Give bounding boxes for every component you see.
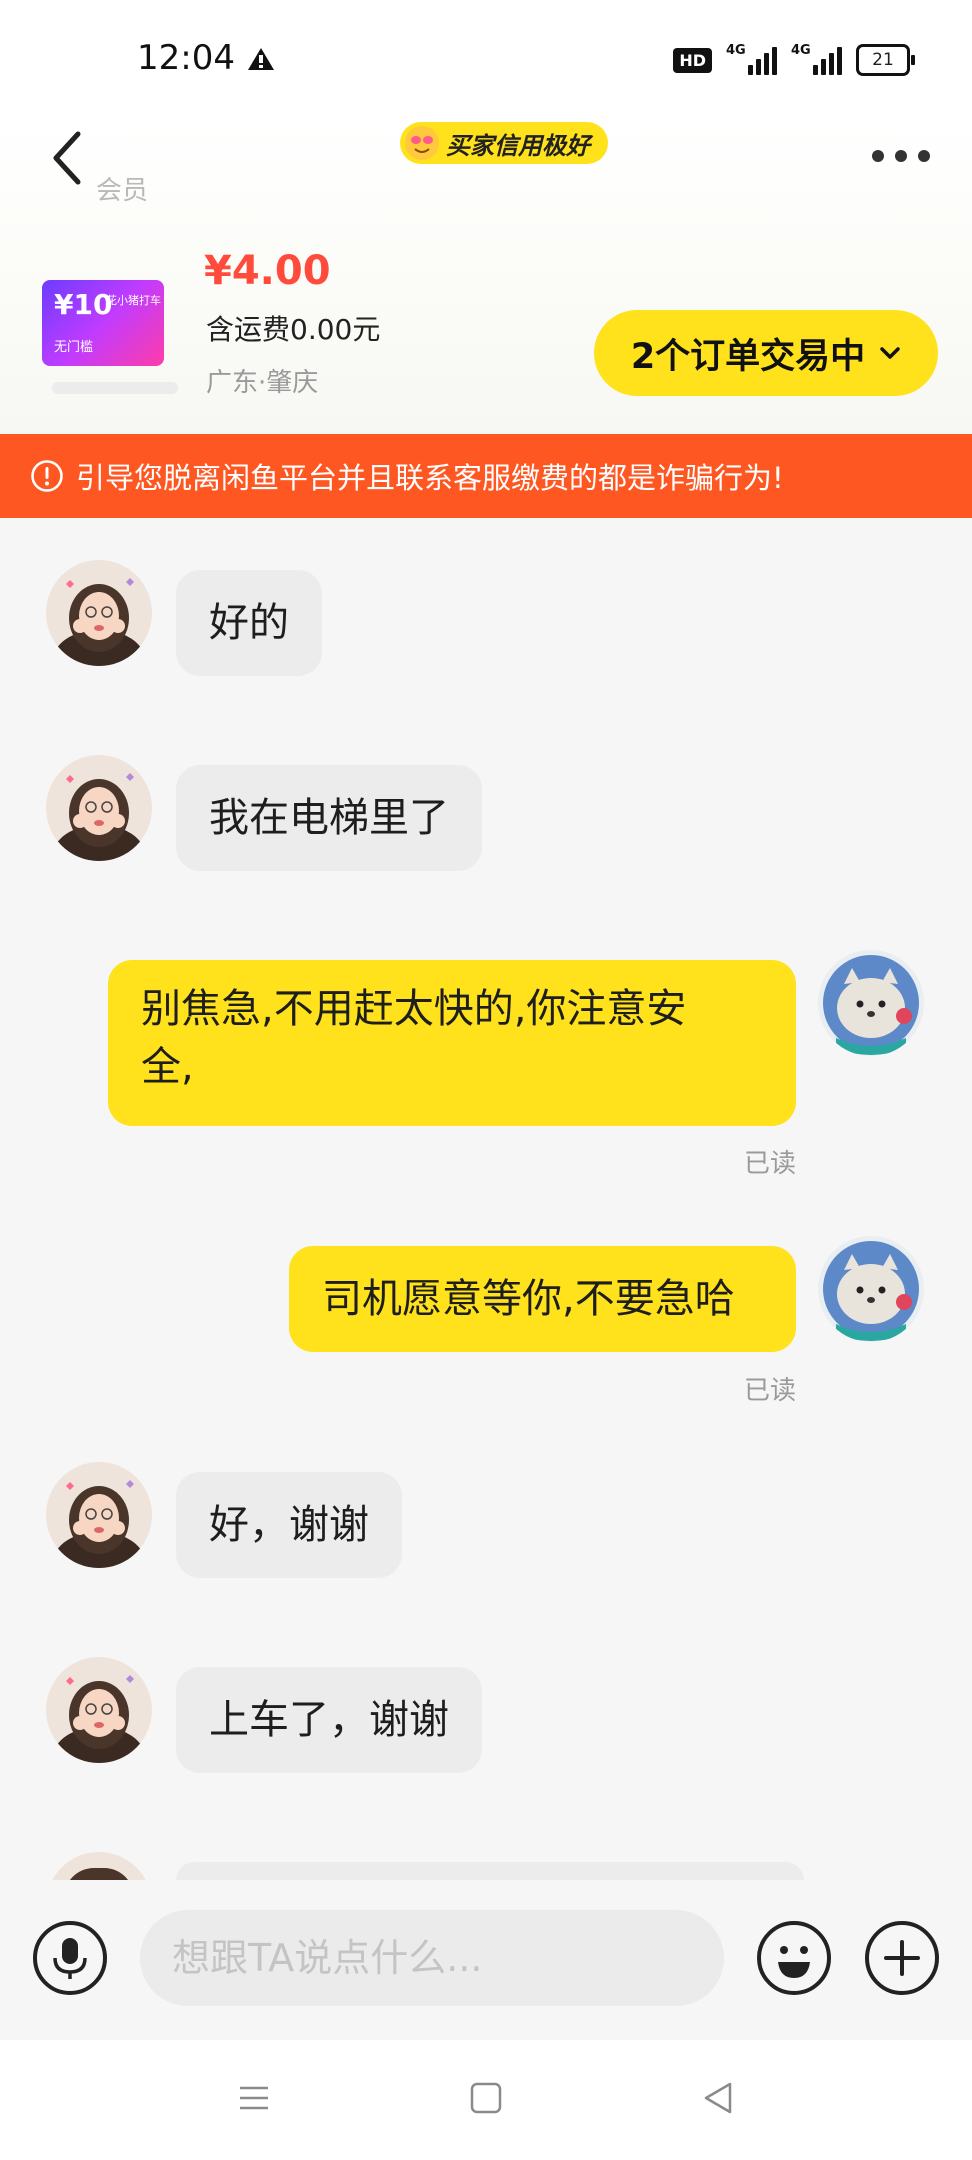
status-time: 12:04 [137,38,235,78]
plus-icon[interactable] [864,1920,940,1996]
battery-icon: 21 [856,44,915,76]
message-input[interactable] [140,1910,724,2006]
contact-avatar[interactable] [46,560,152,666]
message-bubble[interactable]: 好，谢谢 [176,1472,402,1578]
contact-avatar[interactable] [46,1462,152,1568]
shipping-fee: 含运费0.00元 [206,313,381,346]
fraud-warning-text: 引导您脱离闲鱼平台并且联系客服缴费的都是诈骗行为! [76,461,784,495]
read-receipt: 已读 [744,1149,797,1179]
hd-badge: HD [673,47,712,73]
smiley-face-icon [405,126,439,160]
warning-circle-icon [31,460,63,492]
product-price: ¥4.00 [204,248,331,294]
message-bubble-own[interactable]: 司机愿意等你,不要急哈 [289,1246,796,1352]
message-bubble[interactable]: 好的 [176,570,322,676]
fraud-warning-banner: 引导您脱离闲鱼平台并且联系客服缴费的都是诈骗行为! [0,434,972,518]
home-icon[interactable] [468,2080,504,2116]
message-bubble[interactable]: 我在电梯里了 [176,765,482,871]
message-line: 别焦急,不用赶太快的,你注意安 [141,986,687,1032]
product-image-shadow [52,382,178,394]
member-text: 会员 [96,176,149,206]
product-location: 广东·肇庆 [206,368,319,398]
more-icon[interactable] [872,150,930,166]
contact-avatar[interactable] [46,1657,152,1763]
message-bubble-partial [176,1862,804,1880]
orders-in-progress-label: 2个订单交易中 [630,336,866,377]
contact-avatar-partial [46,1852,152,1880]
back-arrow-icon[interactable] [44,128,92,188]
credit-badge: 买家信用极好 [400,122,608,164]
emoji-icon[interactable] [756,1920,832,1996]
product-image-subtext: 无门槛 [54,340,94,355]
network-label: 4G [726,43,746,58]
signal-icon: 4G [726,43,777,75]
message-line: 全, [141,1044,194,1090]
credit-badge-label: 买家信用极好 [446,131,590,160]
own-avatar[interactable] [818,950,924,1056]
status-indicators: HD 4G 4G 21 [673,43,915,76]
orders-in-progress-button[interactable]: 2个订单交易中 [594,310,938,396]
product-image-brand: 花小猪打车 [106,294,161,307]
message-bubble-own[interactable]: 别焦急,不用赶太快的,你注意安 全, [108,960,796,1126]
product-image-value: ¥10 [54,288,113,321]
read-receipt: 已读 [744,1376,797,1406]
product-image[interactable]: ¥10 花小猪打车 无门槛 [42,280,164,366]
chevron-down-icon [880,347,900,359]
network-label-2: 4G [791,43,811,58]
microphone-icon[interactable] [32,1920,108,1996]
back-triangle-icon[interactable] [700,2080,736,2116]
signal-icon-2: 4G [791,43,842,75]
own-avatar[interactable] [818,1236,924,1342]
message-bubble[interactable]: 上车了，谢谢 [176,1667,482,1773]
menu-icon[interactable] [236,2080,272,2116]
alert-triangle-icon [248,48,274,70]
contact-avatar[interactable] [46,755,152,861]
